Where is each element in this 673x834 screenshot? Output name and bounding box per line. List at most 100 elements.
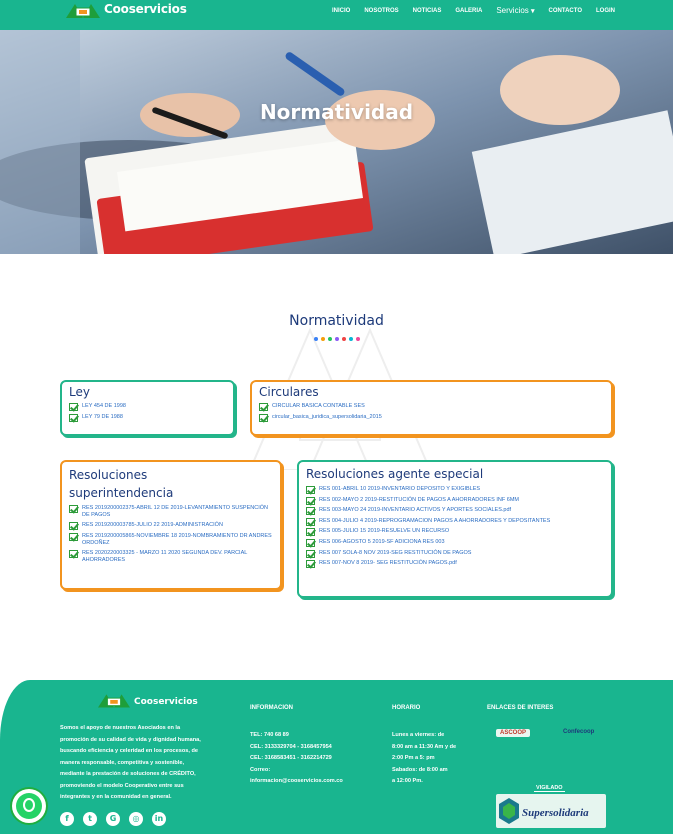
hero-banner: Normatividad (0, 30, 673, 254)
instagram-icon[interactable]: ◎ (129, 812, 143, 826)
doc-link[interactable]: RES 007 SOLA-8 NOV 2019-SEG RESTITUCIÓN … (319, 550, 471, 557)
check-icon (306, 517, 315, 526)
nav-inicio[interactable]: INICIO (332, 8, 350, 14)
nav-login[interactable]: LOGIN (596, 8, 615, 14)
title-dot (314, 337, 318, 341)
doc-link[interactable]: RES 005-JULIO 15 2019-RESUELVE UN RECURS… (319, 528, 449, 535)
doc-link[interactable]: CIRCULAR BASICA CONTABLE SES (272, 403, 365, 410)
nav-contacto[interactable]: CONTACTO (549, 8, 582, 14)
doc-link[interactable]: RES 001-ABRIL 10 2019-INVENTARIO DEPOSIT… (319, 486, 480, 493)
doc-link[interactable]: RES 2019200002375-ABRIL 12 DE 2019-LEVAN… (82, 505, 273, 519)
doc-link[interactable]: RES 007-NOV 8 2019- SEG RESTITUCIÓN PAGO… (319, 560, 457, 567)
confecoop-label: Confecoop (563, 729, 595, 735)
list-item[interactable]: RES 004-JULIO 4 2019-REPROGRAMACION PAGO… (306, 517, 604, 526)
check-icon (69, 522, 78, 530)
card-resoluciones-title-2: superintendencia (69, 486, 174, 500)
brand-name[interactable]: Cooservicios (104, 2, 187, 16)
about-line: manera responsable, competitiva y sosten… (60, 759, 185, 766)
list-item[interactable]: CIRCULAR BASICA CONTABLE SES (259, 403, 604, 411)
twitter-icon[interactable]: t (83, 812, 97, 826)
list-item[interactable]: RES 007-NOV 8 2019- SEG RESTITUCIÓN PAGO… (306, 560, 604, 569)
title-dot (328, 337, 332, 341)
footer-about: Somos el apoyo de nuestros Asociados en … (60, 723, 240, 804)
list-item[interactable]: RES 005-JULIO 15 2019-RESUELVE UN RECURS… (306, 528, 604, 537)
about-line: promoción de su calidad de vida y dignid… (60, 736, 201, 743)
social-links: f t G ◎ in (60, 812, 166, 826)
nav-noticias[interactable]: NOTICIAS (413, 8, 442, 14)
card-resoluciones-superintendencia: Resoluciones superintendencia RES 2019200… (60, 460, 282, 590)
partner-confecoop[interactable]: Confecoop (563, 729, 594, 735)
partner-ascoop[interactable]: ASCOOP (496, 729, 531, 737)
list-item[interactable]: LEY 79 DE 1988 (69, 414, 226, 422)
doc-link[interactable]: RES 2019200003785-JULIO 22 2019-ADMINIST… (82, 522, 223, 529)
doc-link[interactable]: circular_basica_juridica_supersolidaria_… (272, 414, 382, 421)
check-icon (306, 507, 315, 516)
check-icon (306, 496, 315, 505)
list-item[interactable]: RES 2019200005865-NOVIEMBRE 18 2019-NOMB… (69, 533, 273, 547)
section-title: Normatividad (289, 313, 384, 329)
horario-line: Sabados: de 8:00 am (392, 766, 448, 773)
list-item[interactable]: RES 2019200002375-ABRIL 12 DE 2019-LEVAN… (69, 505, 273, 519)
footer-horario-title: HORARIO (392, 705, 421, 711)
check-icon (69, 533, 78, 541)
linkedin-icon[interactable]: in (152, 812, 166, 826)
doc-link[interactable]: RES 004-JULIO 4 2019-REPROGRAMACION PAGO… (319, 518, 550, 525)
horario-line: Lunes a viernes: de (392, 732, 445, 738)
list-item[interactable]: RES 2019200003785-JULIO 22 2019-ADMINIST… (69, 522, 273, 530)
ascoop-label: ASCOOP (500, 730, 527, 736)
check-icon (306, 486, 315, 494)
title-dots (314, 337, 360, 341)
list-item[interactable]: RES 002-MAYO 2 2019-RESTITUCIÓN DE PAGOS… (306, 496, 604, 505)
list-item[interactable]: RES 006-AGOSTO 5 2019-SF ADICIONA RES 00… (306, 538, 604, 547)
about-line: mediante la prestación de soluciones de … (60, 771, 196, 777)
whatsapp-icon[interactable] (12, 789, 46, 823)
check-icon (306, 538, 315, 547)
check-icon (69, 403, 78, 411)
top-navbar: Cooservicios INICIO NOSOTROS NOTICIAS GA… (0, 0, 673, 30)
nav-servicios-label: Servicios (496, 6, 529, 15)
doc-link[interactable]: RES 006-AGOSTO 5 2019-SF ADICIONA RES 00… (319, 539, 445, 546)
agente-list: RES 001-ABRIL 10 2019-INVENTARIO DEPOSIT… (306, 486, 604, 569)
doc-link[interactable]: RES 003-MAYO 24 2019-INVENTARIO ACTIVOS … (319, 507, 511, 514)
nav-servicios[interactable]: Servicios ▾ (496, 6, 534, 15)
card-resoluciones-agente: Resoluciones agente especial RES 001-ABR… (297, 460, 613, 598)
supersolidaria-badge[interactable]: Supersolidaria (496, 794, 606, 828)
list-item[interactable]: RES 2020220003325 - MARZO 11 2020 SEGUND… (69, 550, 273, 564)
title-dot (335, 337, 339, 341)
doc-link[interactable]: LEY 79 DE 1988 (82, 414, 123, 421)
horario-line: 2:00 Pm a 5: pm (392, 755, 435, 761)
footer-links-title: ENLACES DE INTERES (487, 705, 554, 711)
card-circulares-title: Circulares (259, 385, 319, 399)
nav-galeria[interactable]: GALERIA (455, 8, 482, 14)
whatsapp-glyph (23, 798, 35, 812)
hero-title: Normatividad (259, 100, 414, 124)
list-item[interactable]: RES 001-ABRIL 10 2019-INVENTARIO DEPOSIT… (306, 486, 604, 494)
list-item[interactable]: circular_basica_juridica_supersolidaria_… (259, 414, 604, 422)
title-dot (349, 337, 353, 341)
check-icon (306, 560, 315, 569)
card-resoluciones-title-1: Resoluciones (69, 468, 148, 482)
check-icon (306, 549, 315, 558)
card-resoluciones-title: Resoluciones superintendencia (69, 466, 273, 502)
google-plus-icon[interactable]: G (106, 812, 120, 826)
nav-nosotros[interactable]: NOSOTROS (364, 8, 398, 14)
footer-horario: Lunes a viernes: de 8:00 am a 11:30 Am y … (392, 730, 482, 788)
horario-line: a 12:00 Pm. (392, 778, 423, 784)
facebook-icon[interactable]: f (60, 812, 74, 826)
info-line[interactable]: informacion@cooservicios.com.co (250, 776, 390, 788)
list-item[interactable]: LEY 454 DE 1998 (69, 403, 226, 411)
title-dot (342, 337, 346, 341)
doc-link[interactable]: RES 2019200005865-NOVIEMBRE 18 2019-NOMB… (82, 533, 273, 547)
info-line: CEL: 3133329704 - 3168457954 (250, 743, 332, 750)
doc-link[interactable]: RES 002-MAYO 2 2019-RESTITUCIÓN DE PAGOS… (319, 497, 519, 504)
list-item[interactable]: RES 007 SOLA-8 NOV 2019-SEG RESTITUCIÓN … (306, 549, 604, 558)
doc-link[interactable]: RES 2020220003325 - MARZO 11 2020 SEGUND… (82, 550, 273, 564)
info-line: CEL: 3168583451 - 3162214729 (250, 755, 332, 761)
title-dot (356, 337, 360, 341)
list-item[interactable]: RES 003-MAYO 24 2019-INVENTARIO ACTIVOS … (306, 507, 604, 516)
doc-link[interactable]: LEY 454 DE 1998 (82, 403, 126, 410)
cooservicios-logo[interactable] (66, 2, 100, 18)
check-icon (259, 414, 268, 422)
footer-info-title: INFORMACION (250, 705, 293, 711)
check-icon (69, 505, 78, 513)
